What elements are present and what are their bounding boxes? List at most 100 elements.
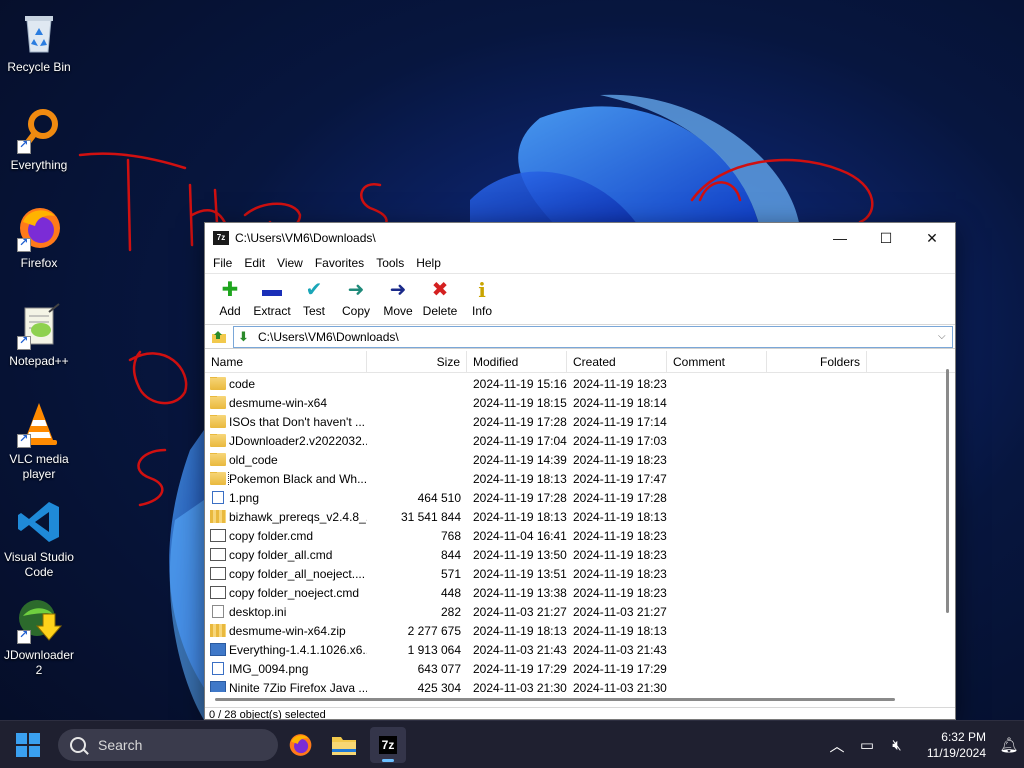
scroll-thumb[interactable]: [215, 698, 895, 701]
table-row[interactable]: desmume-win-x64 2024-11-19 18:15 2024-11-1…: [205, 393, 939, 412]
extract-button[interactable]: ▬ Extract: [251, 274, 293, 318]
file-name: Ninite 7Zip Firefox Java ...: [229, 680, 367, 693]
column-size[interactable]: Size: [367, 351, 467, 373]
close-button[interactable]: ✕: [909, 223, 955, 253]
delete-button[interactable]: ✖ Delete: [419, 274, 461, 318]
column-modified[interactable]: Modified: [467, 351, 567, 373]
add-button[interactable]: ✚ Add: [209, 274, 251, 318]
chevron-up-icon[interactable]: ︿: [822, 735, 852, 756]
move-button[interactable]: ➜ Move: [377, 274, 419, 318]
menu-edit[interactable]: Edit: [238, 256, 271, 270]
address-input[interactable]: ⬇ C:\Users\VM6\Downloads\ ⌵: [233, 325, 953, 348]
scroll-thumb[interactable]: [946, 369, 949, 613]
volume-muted-icon[interactable]: 🔇︎: [882, 737, 912, 754]
file-created: 2024-11-19 18:23: [573, 376, 667, 391]
file-name: old_code: [229, 452, 278, 467]
file-created: 2024-11-03 21:43: [573, 642, 667, 657]
table-row[interactable]: bizhawk_prereqs_v2.4.8_... 31 541 844 2024…: [205, 507, 939, 526]
table-row[interactable]: IMG_0094.png 643 077 2024-11-19 17:29 2024-…: [205, 659, 939, 678]
table-row[interactable]: copy folder.cmd 768 2024-11-04 16:41 2024-1…: [205, 526, 939, 545]
file-size: 425 304: [417, 680, 461, 693]
chevron-down-icon[interactable]: ⌵: [938, 331, 952, 342]
notepad-plus-plus-icon: [15, 302, 63, 350]
table-row[interactable]: JDownloader2.v2022032... 2024-11-19 17:04…: [205, 431, 939, 450]
desktop-icon-vlc[interactable]: VLC media player: [0, 400, 78, 482]
table-row[interactable]: desmume-win-x64.zip 2 277 675 2024-11-19 1…: [205, 621, 939, 640]
test-button[interactable]: ✔ Test: [293, 274, 335, 318]
horizontal-scrollbar[interactable]: [205, 693, 941, 705]
file-modified: 2024-11-19 18:13: [473, 623, 567, 638]
file-created: 2024-11-19 17:28: [573, 490, 667, 505]
menu-file[interactable]: File: [207, 256, 238, 270]
column-name[interactable]: Name: [205, 351, 367, 373]
file-name: copy folder_all_noeject....: [229, 566, 366, 581]
desktop-icon-notepad-plus-plus[interactable]: Notepad++: [0, 302, 78, 369]
windows-logo-icon: [29, 733, 40, 744]
everything-search-icon: [15, 106, 63, 154]
executable-icon: [210, 643, 226, 656]
vertical-scrollbar[interactable]: [941, 365, 955, 689]
copy-label: Copy: [341, 304, 370, 318]
column-folders[interactable]: Folders: [767, 351, 867, 373]
desktop-icon-firefox[interactable]: Firefox: [0, 204, 78, 271]
menu-tools[interactable]: Tools: [370, 256, 410, 270]
clock[interactable]: 6:32 PM 11/19/2024: [912, 729, 986, 761]
taskbar-firefox[interactable]: [282, 727, 318, 763]
status-bar: 0 / 28 object(s) selected: [205, 707, 955, 719]
menu-favorites[interactable]: Favorites: [309, 256, 370, 270]
file-size: 768: [440, 528, 461, 543]
table-row[interactable]: copy folder_all_noeject.... 571 2024-11-19…: [205, 564, 939, 583]
file-icon: [212, 605, 224, 618]
file-size: 643 077: [417, 661, 461, 676]
copy-button[interactable]: ➜ Copy: [335, 274, 377, 318]
file-created: 2024-11-19 17:47: [573, 471, 667, 486]
network-icon[interactable]: ▭: [852, 736, 882, 754]
clock-date: 11/19/2024: [926, 746, 986, 760]
desktop-icon-vscode[interactable]: Visual Studio Code: [0, 498, 78, 580]
shortcut-arrow-icon: [17, 334, 31, 350]
table-row[interactable]: old_code 2024-11-19 14:39 2024-11-19 18:23: [205, 450, 939, 469]
table-row[interactable]: copy folder_noeject.cmd 448 2024-11-19 13:…: [205, 583, 939, 602]
taskbar-file-explorer[interactable]: [326, 727, 362, 763]
table-row[interactable]: copy folder_all.cmd 844 2024-11-19 13:50 20…: [205, 545, 939, 564]
start-button[interactable]: [16, 733, 42, 759]
table-row[interactable]: ISOs that Don't haven't ... 2024-11-19 17…: [205, 412, 939, 431]
copy-icon: ➜: [347, 279, 365, 301]
folder-icon: [210, 376, 226, 390]
table-row[interactable]: 1.png 464 510 2024-11-19 17:28 2024-11-19 1…: [205, 488, 939, 507]
table-row[interactable]: Pokemon Black and Wh... 2024-11-19 18:13 2…: [205, 469, 939, 488]
menu-help[interactable]: Help: [410, 256, 447, 270]
desktop-icon-jdownloader[interactable]: JDownloader 2: [0, 596, 78, 678]
desktop-icon-recycle-bin[interactable]: Recycle Bin: [0, 8, 78, 75]
table-row[interactable]: desktop.ini 282 2024-11-03 21:27 2024-11-03…: [205, 602, 939, 621]
desktop-icon-label: Recycle Bin: [7, 60, 71, 74]
file-modified: 2024-11-19 13:38: [473, 585, 567, 600]
file-size: 282: [440, 604, 461, 619]
table-row[interactable]: Ninite 7Zip Firefox Java ... 425 304 2024-…: [205, 678, 939, 692]
desktop-icon-label: VLC media player: [9, 452, 69, 481]
file-name-cell: ISOs that Don't haven't ...: [205, 414, 367, 429]
column-comment[interactable]: Comment: [667, 351, 767, 373]
file-name: 1.png: [229, 490, 260, 505]
table-row[interactable]: Everything-1.4.1.1026.x6... 1 913 064 2024…: [205, 640, 939, 659]
maximize-button[interactable]: ☐: [863, 223, 909, 253]
up-folder-button[interactable]: [205, 326, 233, 348]
taskbar-search[interactable]: Search: [58, 729, 278, 761]
column-created[interactable]: Created: [567, 351, 667, 373]
file-name: bizhawk_prereqs_v2.4.8_...: [229, 509, 367, 524]
taskbar-7zip[interactable]: 7z: [370, 727, 406, 763]
menu-view[interactable]: View: [271, 256, 309, 270]
file-created: 2024-11-19 17:29: [573, 661, 667, 676]
move-icon: ➜: [389, 279, 407, 301]
file-modified: 2024-11-19 18:13: [473, 509, 567, 524]
move-label: Move: [383, 304, 413, 318]
minimize-button[interactable]: —: [817, 223, 863, 253]
desktop-icon-everything[interactable]: Everything: [0, 106, 78, 173]
file-size: 571: [440, 566, 461, 581]
notification-bell-icon[interactable]: 🔔︎: [994, 736, 1024, 754]
info-button[interactable]: i Info: [461, 274, 503, 318]
shortcut-arrow-icon: [17, 628, 31, 644]
table-row[interactable]: code 2024-11-19 15:16 2024-11-19 18:23: [205, 374, 939, 393]
zip-folder-icon: [210, 624, 226, 637]
title-bar[interactable]: 7z C:\Users\VM6\Downloads\ — ☐ ✕: [205, 223, 955, 253]
